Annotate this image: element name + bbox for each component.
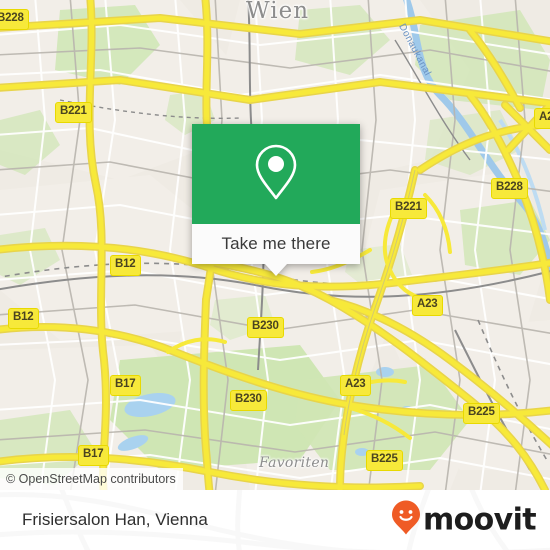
poi-card-pointer	[265, 264, 287, 276]
take-me-there-card[interactable]: Take me there	[192, 124, 360, 276]
poi-card-action[interactable]: Take me there	[192, 224, 360, 264]
place-label-favoriten: Favoriten	[259, 455, 330, 471]
location-pin-icon	[253, 143, 299, 206]
road-shield[interactable]: B230	[247, 317, 284, 338]
moovit-wordmark: moovit	[422, 502, 537, 537]
road-shield[interactable]: B12	[110, 255, 141, 276]
road-shield[interactable]: B12	[8, 308, 39, 329]
poi-card-header	[192, 124, 360, 224]
road-shield[interactable]: A23	[340, 375, 371, 396]
road-shield[interactable]: A23	[534, 108, 550, 129]
road-shield[interactable]: B17	[110, 375, 141, 396]
poi-title: Frisiersalon Han, Vienna	[22, 510, 208, 529]
road-shield[interactable]: B221	[55, 102, 92, 123]
map-attribution: © OpenStreetMap contributors	[0, 468, 183, 490]
place-label-wien: Wien	[246, 0, 310, 24]
road-shield[interactable]: B228	[0, 9, 29, 30]
road-shield[interactable]: B230	[230, 390, 267, 411]
moovit-map-screenshot: Donaukanal Wien Favoriten B228 B221 B12 …	[0, 0, 550, 550]
road-shield[interactable]: A23	[412, 295, 443, 316]
footer-bar: Frisiersalon Han, Vienna moovit	[0, 490, 550, 550]
road-shield[interactable]: B221	[390, 198, 427, 219]
road-shield[interactable]: B17	[78, 445, 109, 466]
moovit-smiley-pin-icon	[391, 500, 421, 541]
road-shield[interactable]: B225	[463, 403, 500, 424]
take-me-there-label: Take me there	[221, 234, 331, 253]
road-shield[interactable]: B228	[491, 178, 528, 199]
road-shield[interactable]: B225	[366, 450, 403, 471]
moovit-logo[interactable]: moovit	[391, 500, 537, 541]
